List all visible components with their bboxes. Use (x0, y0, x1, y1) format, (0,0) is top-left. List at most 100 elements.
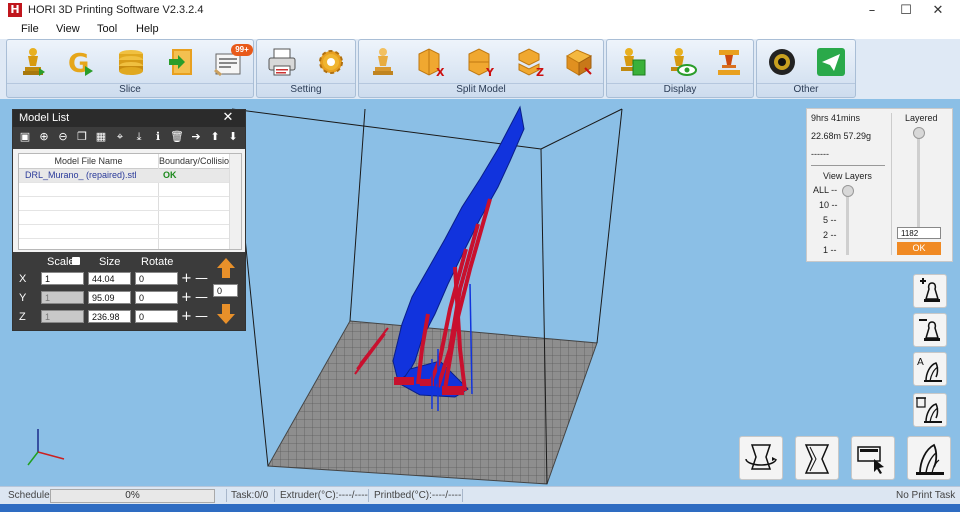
menu-bar: File View Tool Help (0, 21, 960, 39)
layer-slider[interactable] (917, 127, 920, 227)
size-x-input[interactable]: 44.04 (88, 272, 131, 285)
send-icon[interactable] (815, 46, 847, 78)
table-row (19, 211, 229, 225)
model-list-close-button[interactable]: ✕ (217, 110, 239, 125)
printer-icon[interactable] (266, 46, 298, 78)
remove-support-button[interactable] (913, 313, 947, 347)
column-header-boundary[interactable]: Boundary/Collision (159, 154, 229, 169)
move-down-icon[interactable]: ⬇ (226, 130, 240, 144)
app-logo: H (8, 3, 22, 17)
rotate-x-input[interactable]: 0 (135, 272, 178, 285)
split-z-icon[interactable]: Z (515, 46, 547, 79)
save-icon[interactable]: ▣ (18, 130, 32, 144)
rotate-z-input[interactable]: 0 (135, 310, 178, 323)
column-header-file-name[interactable]: Model File Name (19, 154, 158, 169)
table-row[interactable]: DRL_Murano_ (repaired).stl OK (19, 169, 229, 183)
rotate-tool-icon (745, 444, 777, 470)
collision-status: OK (163, 170, 177, 180)
info-icon[interactable]: ℹ (151, 130, 165, 144)
export-file-icon[interactable] (165, 46, 197, 78)
rotate-x-minus-button[interactable]: — (195, 272, 208, 285)
ribbon-group-label-slice: Slice (7, 83, 253, 96)
ribbon-toolbar: G 99+ Slice Setting X Y Z Split Model Di… (0, 39, 960, 99)
display-eye-icon[interactable] (665, 46, 697, 78)
rotate-z-minus-button[interactable]: — (195, 310, 208, 323)
ribbon-group-label-display: Display (607, 83, 753, 96)
ribbon-group-label-split-model: Split Model (359, 83, 603, 96)
center-icon[interactable]: ⌖ (113, 130, 127, 144)
move-up-arrow-icon[interactable] (215, 256, 237, 280)
rotate-tool-button[interactable] (739, 436, 783, 480)
menu-file[interactable]: File (21, 23, 39, 35)
move-tool-button[interactable] (851, 436, 895, 480)
display-support-icon[interactable] (713, 46, 745, 78)
view-level-1[interactable]: 1 -- (823, 245, 837, 255)
gear-icon[interactable] (315, 46, 347, 78)
display-model-icon[interactable] (615, 46, 647, 78)
maximize-button[interactable]: ☐ (890, 0, 922, 21)
slice-chess-icon[interactable] (17, 46, 49, 78)
split-angle-icon[interactable] (563, 46, 595, 78)
svg-text:X: X (436, 66, 445, 78)
clear-support-button[interactable] (913, 393, 947, 427)
view-level-5[interactable]: 5 -- (823, 215, 837, 225)
axis-gizmo (27, 429, 65, 466)
view-level-2[interactable]: 2 -- (823, 230, 837, 240)
camera-lens-icon[interactable] (766, 46, 798, 78)
import-icon[interactable]: ⤓ (132, 130, 146, 144)
remove-icon[interactable]: ⊖ (56, 130, 70, 144)
layers-stack-icon[interactable] (115, 46, 147, 78)
view-level-all[interactable]: ALL -- (813, 185, 837, 195)
scale-z-input[interactable]: 1 (41, 310, 84, 323)
view-level-10[interactable]: 10 -- (819, 200, 838, 210)
move-down-arrow-icon[interactable] (215, 302, 237, 326)
close-window-button[interactable]: ✕ (922, 0, 954, 21)
auto-support-button[interactable]: A (913, 352, 947, 386)
support-view-button[interactable] (907, 436, 951, 480)
menu-tool[interactable]: Tool (97, 23, 117, 35)
move-up-icon[interactable]: ⬆ (208, 130, 222, 144)
rotate-y-minus-button[interactable]: — (195, 291, 208, 304)
delete-icon[interactable]: 🗑 (170, 130, 184, 144)
scale-x-input[interactable]: 1 (41, 272, 84, 285)
schedule-progress: 0% (50, 489, 215, 503)
arrow-right-icon[interactable]: ➔ (189, 130, 203, 144)
step-input[interactable]: 0 (213, 284, 238, 297)
layer-number-input[interactable]: 1182 (897, 227, 941, 239)
axis-x-label: X (19, 273, 27, 285)
add-icon[interactable]: ⊕ (37, 130, 51, 144)
title-bar: H HORI 3D Printing Software V2.3.2.4 – ☐… (0, 0, 960, 21)
divider (811, 165, 885, 166)
view-layers-slider-thumb[interactable] (842, 185, 854, 197)
menu-view[interactable]: View (56, 23, 80, 35)
split-y-icon[interactable]: Y (465, 46, 497, 79)
model-list-header: Model List ✕ (13, 110, 245, 127)
rotate-y-plus-button[interactable]: + (181, 291, 192, 304)
rotate-x-plus-button[interactable]: + (181, 272, 192, 285)
table-scrollbar[interactable] (229, 154, 241, 249)
support-view-icon (916, 443, 944, 475)
scale-y-input[interactable]: 1 (41, 291, 84, 304)
rotate-z-plus-button[interactable]: + (181, 310, 192, 323)
print-time: 9hrs 41mins (811, 113, 861, 123)
g-code-icon[interactable]: G (65, 46, 97, 79)
layer-ok-button[interactable]: OK (897, 242, 941, 255)
layered-label: Layered (905, 113, 938, 123)
split-x-icon[interactable]: X (415, 46, 447, 79)
axis-z-label: Z (19, 311, 26, 323)
rotate-y-input[interactable]: 0 (135, 291, 178, 304)
add-support-button[interactable] (913, 274, 947, 308)
split-chess-icon[interactable] (367, 46, 399, 78)
copy-icon[interactable]: ❐ (75, 130, 89, 144)
rotate-label: Rotate (141, 256, 174, 268)
grid-layout-icon[interactable]: ▦ (94, 130, 108, 144)
layer-slider-thumb[interactable] (913, 127, 925, 139)
scale-tool-button[interactable] (795, 436, 839, 480)
size-z-input[interactable]: 236.98 (88, 310, 131, 323)
window-title: HORI 3D Printing Software V2.3.2.4 (28, 4, 204, 16)
lock-icon[interactable] (72, 257, 80, 265)
menu-help[interactable]: Help (136, 23, 159, 35)
size-y-input[interactable]: 95.09 (88, 291, 131, 304)
status-separator (226, 489, 227, 502)
minimize-button[interactable]: – (856, 0, 888, 21)
